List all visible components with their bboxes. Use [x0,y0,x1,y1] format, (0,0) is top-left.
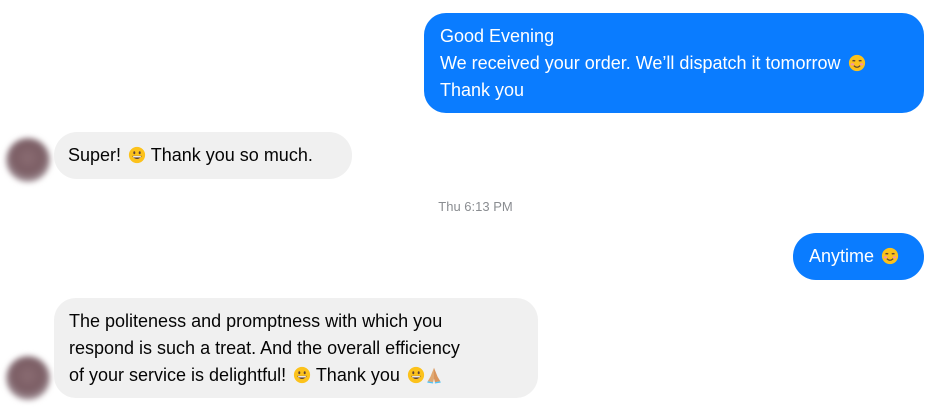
incoming-message-bubble[interactable]: Super! Thank you so much. [54,132,352,179]
grinning-face-emoji-icon [407,366,424,384]
contact-avatar[interactable] [6,356,50,400]
message-text: Super! [68,145,122,165]
smiling-blush-emoji-icon [881,247,899,265]
message-line: We received your order. We’ll dispatch i… [440,53,841,73]
message-timestamp: Thu 6:13 PM [438,199,513,214]
smiling-blush-emoji-icon [848,54,865,72]
message-line: The politeness and promptness with which… [69,311,443,331]
outgoing-message-bubble[interactable]: Anytime [793,233,924,280]
grinning-face-emoji-icon [128,146,146,164]
message-line: Good Evening [440,26,555,46]
grinning-face-emoji-icon [294,366,311,384]
message-line: Thank you [440,80,525,100]
outgoing-message-bubble[interactable]: Good Evening We received your order. We’… [424,13,924,113]
message-line: respond is such a treat. And the overall… [69,338,460,358]
incoming-message-bubble[interactable]: The politeness and promptness with which… [54,298,538,398]
message-text: Thank you so much. [150,145,313,165]
message-text: of your service is delightful! [69,365,287,385]
message-text: Thank you [315,365,400,385]
message-text: Anytime [809,246,875,266]
contact-avatar[interactable] [6,138,50,182]
chat-thread: Good Evening We received your order. We’… [0,0,951,414]
folded-hands-emoji-icon [427,367,441,384]
